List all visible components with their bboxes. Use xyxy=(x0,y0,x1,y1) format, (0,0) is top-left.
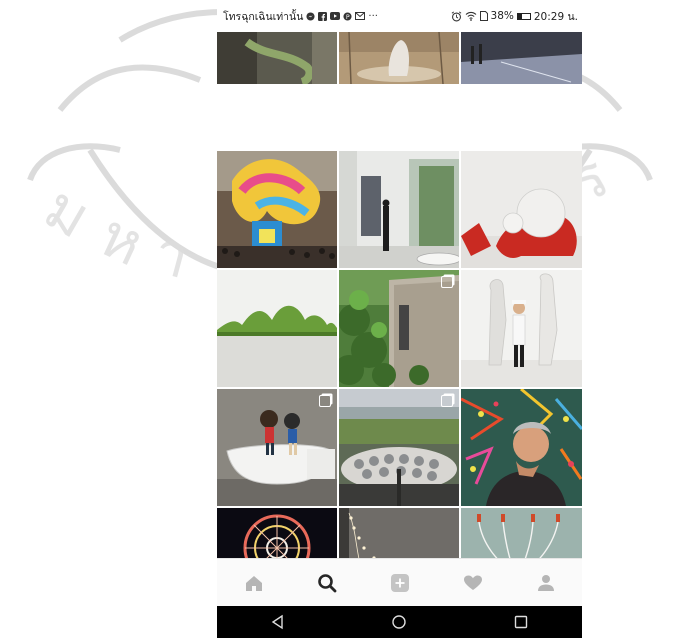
battery-percent: 38% xyxy=(490,10,514,22)
red-white-sculpture-photo xyxy=(461,151,582,268)
notification-icons: P ··· xyxy=(306,11,378,22)
svg-text:ห: ห xyxy=(89,200,154,280)
mail-icon xyxy=(355,12,366,20)
grid-photo[interactable] xyxy=(217,389,337,506)
grid-photo[interactable] xyxy=(461,270,582,387)
dark-gallery-room-photo xyxy=(461,32,582,84)
explore-photo-grid xyxy=(217,32,582,625)
grid-photo[interactable] xyxy=(339,389,459,506)
wifi-icon xyxy=(465,11,476,21)
svg-text:ม: ม xyxy=(33,172,102,252)
grid-photo[interactable] xyxy=(217,32,337,84)
nav-back-button[interactable] xyxy=(258,608,298,636)
white-gallery-visitor-photo xyxy=(339,151,459,268)
sculpture-installation-photo xyxy=(217,32,337,84)
home-icon xyxy=(245,576,262,591)
multiple-photos-icon xyxy=(441,395,453,407)
grid-photo[interactable] xyxy=(461,151,582,268)
facebook-icon xyxy=(318,11,328,21)
status-bar: โทรฉุกเฉินเท่านั้น P ··· 38% 20:29 น. xyxy=(217,0,582,32)
grid-photo[interactable] xyxy=(339,270,459,387)
multiple-photos-icon xyxy=(441,276,453,288)
svg-text:P: P xyxy=(346,13,350,20)
clock: 20:29 น. xyxy=(533,10,578,23)
green-hills-sculpture-photo xyxy=(217,270,337,387)
tab-activity[interactable] xyxy=(453,563,493,603)
colorful-giant-figure-photo xyxy=(217,151,337,268)
man-with-paint-splatter-photo xyxy=(461,389,582,506)
tab-home[interactable] xyxy=(234,563,274,603)
youtube-icon xyxy=(330,12,341,20)
nav-home-button[interactable] xyxy=(379,608,419,636)
svg-text:า: า xyxy=(146,217,197,293)
tab-search[interactable] xyxy=(307,563,347,603)
android-nav-bar xyxy=(217,606,582,638)
grid-photo[interactable] xyxy=(217,151,337,268)
grid-photo[interactable] xyxy=(339,32,459,84)
pinterest-icon: P xyxy=(343,11,352,20)
bottom-tab-bar xyxy=(217,558,582,607)
add-icon xyxy=(390,574,409,592)
nav-recents-button[interactable] xyxy=(501,608,541,636)
status-right: 38% 20:29 น. xyxy=(451,8,578,25)
battery-icon xyxy=(516,12,531,20)
more-notifications: ··· xyxy=(368,10,378,22)
grid-photo[interactable] xyxy=(217,270,337,387)
heart-icon xyxy=(463,575,482,590)
grid-photo[interactable] xyxy=(461,32,582,84)
grid-photo[interactable] xyxy=(461,389,582,506)
search-icon xyxy=(317,574,336,593)
outdoor-stone-sculpture-photo xyxy=(339,32,459,84)
recents-icon xyxy=(514,615,528,629)
multiple-photos-icon xyxy=(319,395,331,407)
tab-add[interactable] xyxy=(380,563,420,603)
grid-photo[interactable] xyxy=(339,151,459,268)
tab-profile[interactable] xyxy=(526,563,566,603)
carrier-text: โทรฉุกเฉินเท่านั้น xyxy=(223,10,304,23)
sim-icon xyxy=(479,11,488,21)
profile-icon xyxy=(537,575,554,591)
alarm-icon xyxy=(451,11,461,21)
phone-screen: โทรฉุกเฉินเท่านั้น P ··· 38% 20:29 น. xyxy=(217,0,582,638)
white-statues-photo xyxy=(461,270,582,387)
home-circle-icon xyxy=(392,615,407,629)
messenger-icon xyxy=(306,11,315,21)
back-icon xyxy=(271,614,283,630)
